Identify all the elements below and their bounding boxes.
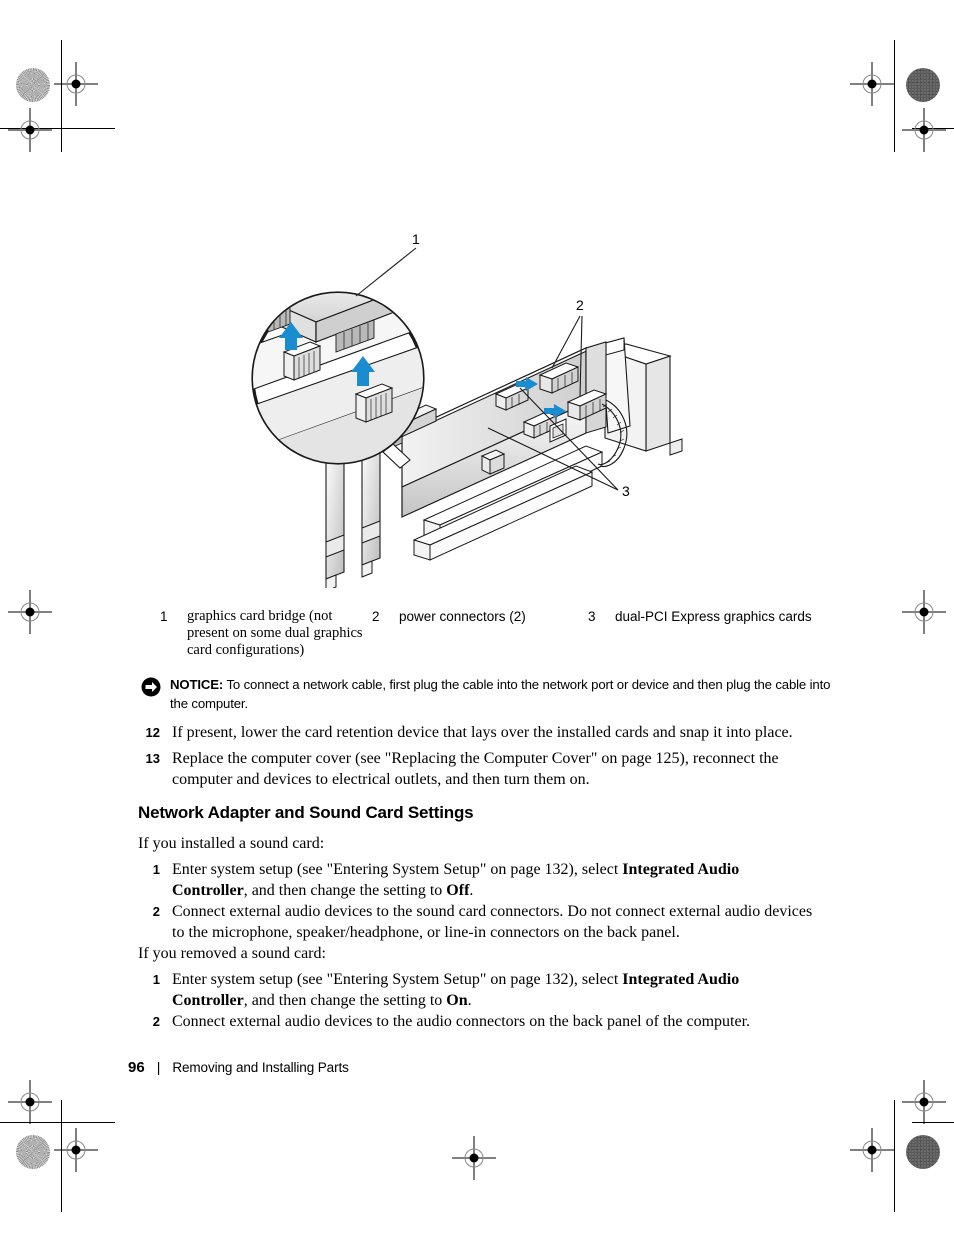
page-content: 1 2 3 1 graphics card bridge (not presen… (0, 0, 954, 1235)
figure-svg: 1 2 3 (251, 231, 683, 588)
section-heading: Network Adapter and Sound Card Settings (138, 803, 474, 822)
footer-chapter-title: Removing and Installing Parts (172, 1060, 349, 1075)
notice-arrow-icon (141, 677, 161, 697)
step-number-13: 13 (145, 751, 160, 766)
notice-text-block: NOTICE: To connect a network cable, firs… (170, 676, 838, 713)
step-bold-off: Off (446, 882, 470, 899)
notice-label: NOTICE: (170, 677, 224, 692)
step-text-installed-1-pre: Enter system setup (see "Entering System… (172, 861, 623, 878)
step-text-removed-2: Connect external audio devices to the au… (172, 1013, 751, 1030)
step-item-removed-2: 2 Connect external audio devices to the … (138, 1011, 828, 1032)
notice-text: To connect a network cable, first plug t… (170, 677, 831, 711)
step-text-removed-1-post: . (467, 992, 472, 1009)
step-number-installed-1: 1 (152, 862, 160, 877)
caption-number-3: 3 (588, 609, 596, 624)
step-text-removed-1: Enter system setup (see "Entering System… (172, 969, 818, 1011)
callout-number-1: 1 (412, 231, 420, 247)
graphics-card-bridge-figure: 1 2 3 (250, 228, 720, 588)
step-text-removed-1-mid: , and then change the setting to (243, 992, 447, 1009)
caption-text-1: graphics card bridge (not present on som… (187, 608, 363, 658)
step-text-installed-1-mid: , and then change the setting to (243, 882, 447, 899)
intro-installed-sound-card: If you installed a sound card: (138, 835, 325, 852)
step-item-13: 13 Replace the computer cover (see "Repl… (138, 748, 818, 790)
step-text-13: Replace the computer cover (see "Replaci… (172, 750, 779, 788)
step-bold-on: On (446, 992, 468, 1009)
step-text-12: If present, lower the card retention dev… (172, 724, 793, 741)
page-footer: 96 | Removing and Installing Parts (128, 1059, 349, 1076)
caption-item-3: 3 dual-PCI Express graphics cards (588, 608, 818, 659)
step-text-installed-1-post: . (469, 882, 474, 899)
step-item-12: 12 If present, lower the card retention … (138, 722, 838, 743)
caption-number-2: 2 (372, 609, 380, 624)
figure-caption-legend: 1 graphics card bridge (not present on s… (160, 608, 860, 659)
callout-number-3: 3 (622, 483, 630, 499)
caption-item-1: 1 graphics card bridge (not present on s… (160, 608, 372, 659)
step-text-installed-1: Enter system setup (see "Entering System… (172, 859, 818, 901)
footer-separator: | (156, 1059, 161, 1075)
intro-removed-sound-card: If you removed a sound card: (138, 945, 326, 962)
caption-text-3: dual-PCI Express graphics cards (615, 609, 812, 624)
notice-callout: NOTICE: To connect a network cable, firs… (138, 676, 838, 713)
step-item-installed-1: 1 Enter system setup (see "Entering Syst… (138, 859, 818, 901)
step-text-installed-2: Connect external audio devices to the so… (172, 903, 813, 941)
footer-page-number: 96 (128, 1059, 145, 1076)
step-number-removed-1: 1 (152, 972, 160, 987)
step-text-removed-1-pre: Enter system setup (see "Entering System… (172, 971, 623, 988)
step-item-installed-2: 2 Connect external audio devices to the … (138, 901, 828, 943)
step-number-installed-2: 2 (152, 904, 160, 919)
caption-item-2: 2 power connectors (2) (372, 608, 588, 659)
step-item-removed-1: 1 Enter system setup (see "Entering Syst… (138, 969, 818, 1011)
caption-number-1: 1 (160, 609, 168, 624)
step-number-12: 12 (145, 725, 160, 740)
step-number-removed-2: 2 (152, 1014, 160, 1029)
callout-number-2: 2 (576, 297, 584, 313)
caption-text-2: power connectors (2) (399, 609, 526, 624)
